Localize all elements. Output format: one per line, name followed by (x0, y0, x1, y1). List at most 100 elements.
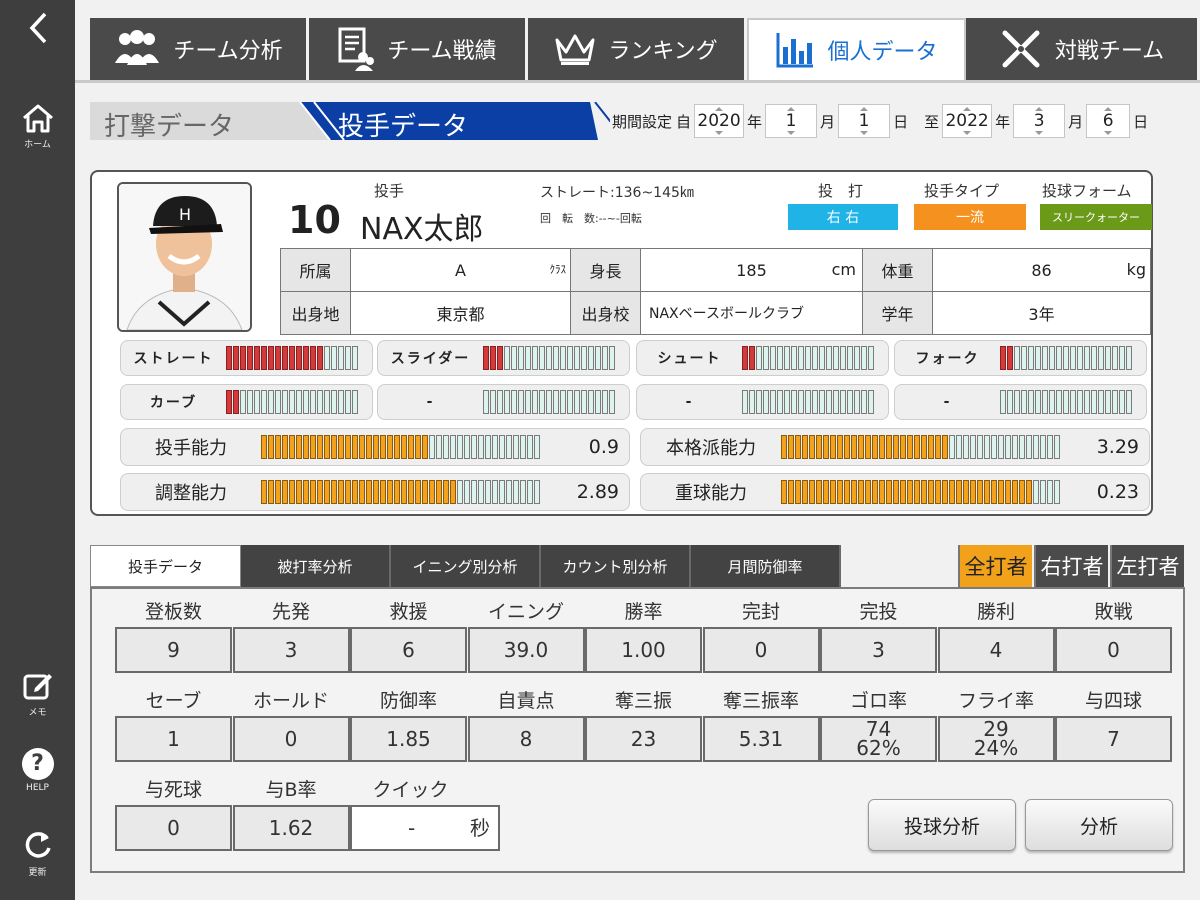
bar-segment (511, 346, 517, 370)
bar-segment (879, 435, 885, 459)
bar-segment (233, 390, 239, 414)
bar-segment (1112, 390, 1118, 414)
bar-segment (518, 390, 524, 414)
quick-value: - 秒 (350, 805, 500, 851)
bar-segment (303, 480, 309, 504)
tab-personal-data[interactable]: 個人データ (747, 18, 966, 80)
bar-segment (471, 480, 477, 504)
tab-team-analysis[interactable]: チーム分析 (90, 18, 309, 80)
bar-segment (602, 390, 608, 414)
bar-segment (511, 390, 517, 414)
stat-value: 39.0 (467, 627, 585, 673)
bar-segment (949, 435, 955, 459)
bar-segment (504, 390, 510, 414)
sidebar-item-memo[interactable]: メモ (0, 670, 75, 718)
stat-label: 奪三振 (614, 690, 672, 712)
tab-pitcher-data[interactable]: 投手データ (90, 545, 241, 587)
pitch-analysis-button[interactable]: 投球分析 (868, 799, 1016, 851)
bar-segment (812, 346, 818, 370)
sidebar: ホーム メモ ? HELP 更新 (0, 0, 75, 900)
sidebar-item-home[interactable]: ホーム (0, 102, 75, 150)
bar-segment (1084, 346, 1090, 370)
bar-segment (1126, 390, 1132, 414)
height-text: 185 (736, 260, 767, 280)
bar-segment (809, 480, 815, 504)
bar-segment (854, 346, 860, 370)
bar-segment (1119, 346, 1125, 370)
from-day-stepper[interactable]: 1 (838, 104, 891, 138)
bar-segment (464, 435, 470, 459)
school-value: NAXベースボールクラブ (640, 291, 863, 335)
tab-ranking[interactable]: ランキング (528, 18, 747, 80)
stat-label: フライ率 (957, 690, 1034, 712)
bar-segment (422, 480, 428, 504)
bar-segment (749, 390, 755, 414)
bar-segment (443, 435, 449, 459)
bar-segment (338, 480, 344, 504)
pitch-straight: ストレート (120, 340, 373, 376)
player-name: NAX太郎 (360, 212, 484, 247)
height-value: 185 cm (640, 248, 863, 292)
bar-segment (240, 390, 246, 414)
bar-segment (275, 435, 281, 459)
subtab-batting[interactable]: 打撃データ (104, 106, 234, 143)
to-year-stepper[interactable]: 2022 (942, 104, 993, 138)
stat-value: 1 (115, 716, 232, 762)
pitch-curve: カーブ (120, 384, 373, 420)
bar-segment (373, 480, 379, 504)
to-month-stepper[interactable]: 3 (1013, 104, 1066, 138)
memo-icon (23, 674, 52, 700)
bar-segment (1033, 435, 1039, 459)
analysis-button[interactable]: 分析 (1025, 799, 1173, 851)
bar-segment (317, 346, 323, 370)
tab-batting-average-analysis[interactable]: 被打率分析 (241, 545, 391, 587)
bar-segment (1019, 435, 1025, 459)
from-month-stepper[interactable]: 1 (765, 104, 818, 138)
bar-segment (268, 480, 274, 504)
from-year-stepper[interactable]: 2020 (694, 104, 745, 138)
tab-team-record[interactable]: チーム戦績 (309, 18, 528, 80)
bar-segment (1005, 435, 1011, 459)
ability-value: 0.9 (588, 436, 619, 458)
tab-right-batters[interactable]: 右打者 (1034, 545, 1108, 587)
bar-segment (338, 346, 344, 370)
bar-segment (366, 480, 372, 504)
team-value: A ｸﾗｽ (350, 248, 571, 292)
bar-segment (546, 390, 552, 414)
sidebar-item-help[interactable]: ? HELP (0, 748, 75, 793)
sidebar-item-label: HELP (26, 783, 49, 793)
bar-segment (532, 346, 538, 370)
weight-unit: kg (1126, 260, 1146, 279)
bar-segment (921, 435, 927, 459)
ability-pitcher-ability: 投手能力 0.9 (120, 428, 630, 466)
tab-inning-analysis[interactable]: イニング別分析 (391, 545, 541, 587)
bar-segment (886, 480, 892, 504)
bar-segment (795, 435, 801, 459)
pitch-name: - (426, 394, 435, 410)
bar-segment (380, 435, 386, 459)
tab-monthly-era[interactable]: 月間防御率 (691, 545, 841, 587)
tab-count-analysis[interactable]: カウント別分析 (541, 545, 691, 587)
player-info-table: 所属 A ｸﾗｽ 身長 185 cm 体重 86 kg 出身地 東京都 出身校 NAX… (280, 248, 1151, 335)
bar-segment (520, 435, 526, 459)
bar-segment (1054, 480, 1060, 504)
back-button[interactable] (0, 10, 75, 46)
sidebar-item-refresh[interactable]: 更新 (0, 828, 75, 878)
bar-segment (826, 346, 832, 370)
bar-segment (1005, 480, 1011, 504)
bar-segment (942, 435, 948, 459)
tabs-underline (75, 80, 1200, 83)
stat-label: 完投 (859, 601, 898, 623)
bar-segment (1091, 346, 1097, 370)
subtab-pitching[interactable]: 投手データ (338, 106, 468, 143)
bar-segment (499, 480, 505, 504)
bar-segment (352, 435, 358, 459)
bar-segment (268, 390, 274, 414)
tab-left-batters[interactable]: 左打者 (1110, 545, 1184, 587)
ability-name: 調整能力 (155, 483, 227, 504)
bar-segment (781, 435, 787, 459)
to-day-stepper[interactable]: 6 (1086, 104, 1131, 138)
tab-opponent-team[interactable]: 対戦チーム (966, 18, 1200, 80)
period-label: 期間設定 (612, 112, 673, 131)
tab-all-batters[interactable]: 全打者 (958, 545, 1032, 587)
